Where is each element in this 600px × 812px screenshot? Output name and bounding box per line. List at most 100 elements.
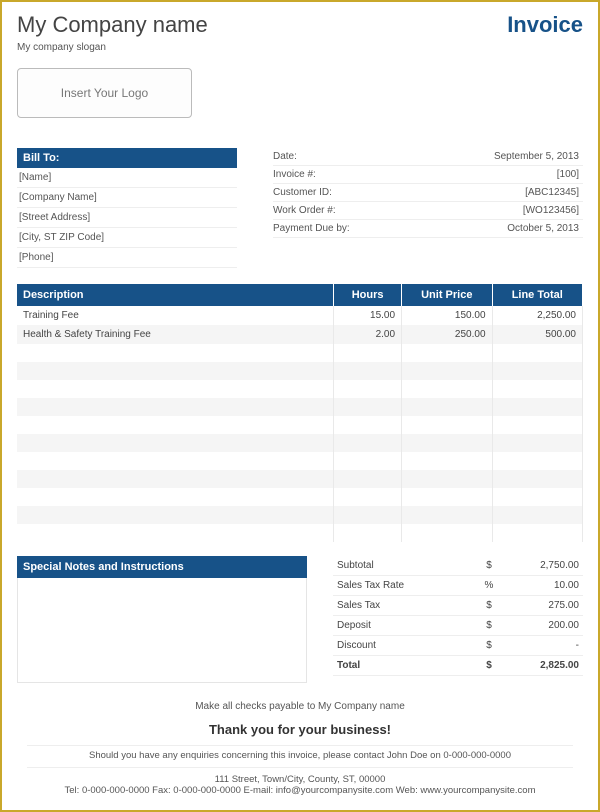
cell-price	[402, 416, 492, 434]
table-row	[17, 470, 583, 488]
invoice-num-label: Invoice #:	[273, 169, 383, 180]
cell-hours	[334, 524, 402, 542]
cell-description	[17, 434, 334, 452]
cell-description: Training Fee	[17, 306, 334, 325]
cell-description	[17, 524, 334, 542]
table-row	[17, 416, 583, 434]
workorder-label: Work Order #:	[273, 205, 383, 216]
workorder-value: [WO123456]	[383, 205, 583, 216]
cell-hours	[334, 416, 402, 434]
cell-description	[17, 470, 334, 488]
header: My Company name My company slogan Invoic…	[17, 12, 583, 53]
cell-description	[17, 398, 334, 416]
cell-price	[402, 488, 492, 506]
cell-total	[492, 416, 582, 434]
cell-price	[402, 434, 492, 452]
notes-block: Special Notes and Instructions	[17, 556, 307, 683]
discount-value: -	[499, 640, 579, 651]
cell-hours	[334, 506, 402, 524]
cell-total	[492, 470, 582, 488]
cell-total: 2,250.00	[492, 306, 582, 325]
table-row	[17, 380, 583, 398]
bill-to-phone: [Phone]	[17, 248, 237, 268]
total-label: Total	[337, 660, 479, 671]
th-line-total: Line Total	[492, 284, 582, 306]
cell-total	[492, 506, 582, 524]
cell-price	[402, 506, 492, 524]
invoice-num-value: [100]	[383, 169, 583, 180]
sales-tax-label: Sales Tax	[337, 600, 479, 611]
date-label: Date:	[273, 151, 383, 162]
cell-price	[402, 398, 492, 416]
invoice-meta: Date:September 5, 2013 Invoice #:[100] C…	[273, 148, 583, 268]
date-value: September 5, 2013	[383, 151, 583, 162]
th-hours: Hours	[334, 284, 402, 306]
tax-rate-label: Sales Tax Rate	[337, 580, 479, 591]
cell-total	[492, 344, 582, 362]
bill-to-city: [City, ST ZIP Code]	[17, 228, 237, 248]
cell-hours: 15.00	[334, 306, 402, 325]
cell-total	[492, 524, 582, 542]
line-items-table: Description Hours Unit Price Line Total …	[17, 284, 583, 542]
table-row: Training Fee15.00150.002,250.00	[17, 306, 583, 325]
cell-description	[17, 506, 334, 524]
cell-price	[402, 470, 492, 488]
company-contact: Tel: 0-000-000-0000 Fax: 0-000-000-0000 …	[27, 785, 573, 796]
cell-price	[402, 380, 492, 398]
cell-total: 500.00	[492, 325, 582, 344]
subtotal-value: 2,750.00	[499, 560, 579, 571]
cell-total	[492, 380, 582, 398]
cell-total	[492, 452, 582, 470]
cell-price: 250.00	[402, 325, 492, 344]
cell-price	[402, 452, 492, 470]
sales-tax-value: 275.00	[499, 600, 579, 611]
cell-hours	[334, 434, 402, 452]
cell-description	[17, 362, 334, 380]
th-unit-price: Unit Price	[402, 284, 492, 306]
cell-description	[17, 344, 334, 362]
deposit-label: Deposit	[337, 620, 479, 631]
table-row	[17, 524, 583, 542]
cell-hours	[334, 380, 402, 398]
totals-block: Subtotal$2,750.00 Sales Tax Rate%10.00 S…	[333, 556, 583, 683]
cell-hours: 2.00	[334, 325, 402, 344]
logo-placeholder[interactable]: Insert Your Logo	[17, 68, 192, 118]
cell-description	[17, 452, 334, 470]
table-row	[17, 488, 583, 506]
cell-price	[402, 344, 492, 362]
checks-payable: Make all checks payable to My Company na…	[27, 701, 573, 712]
cell-description: Health & Safety Training Fee	[17, 325, 334, 344]
cell-price	[402, 524, 492, 542]
cell-hours	[334, 470, 402, 488]
subtotal-label: Subtotal	[337, 560, 479, 571]
cell-description	[17, 380, 334, 398]
bill-to-company: [Company Name]	[17, 188, 237, 208]
bill-to-street: [Street Address]	[17, 208, 237, 228]
bill-to-name: [Name]	[17, 168, 237, 188]
enquiries-text: Should you have any enquiries concerning…	[27, 745, 573, 761]
cell-price: 150.00	[402, 306, 492, 325]
table-row	[17, 506, 583, 524]
due-value: October 5, 2013	[383, 223, 583, 234]
table-row	[17, 398, 583, 416]
table-row	[17, 452, 583, 470]
company-slogan: My company slogan	[17, 42, 208, 53]
cell-hours	[334, 452, 402, 470]
bill-to-block: Bill To: [Name] [Company Name] [Street A…	[17, 148, 237, 268]
tax-rate-value: 10.00	[499, 580, 579, 591]
cell-hours	[334, 344, 402, 362]
bill-to-header: Bill To:	[17, 148, 237, 168]
customer-id-label: Customer ID:	[273, 187, 383, 198]
discount-label: Discount	[337, 640, 479, 651]
cell-hours	[334, 398, 402, 416]
cell-total	[492, 398, 582, 416]
cell-description	[17, 416, 334, 434]
notes-body	[17, 578, 307, 683]
th-description: Description	[17, 284, 334, 306]
due-label: Payment Due by:	[273, 223, 383, 234]
cell-total	[492, 362, 582, 380]
cell-price	[402, 362, 492, 380]
cell-total	[492, 488, 582, 506]
customer-id-value: [ABC12345]	[383, 187, 583, 198]
table-row	[17, 344, 583, 362]
